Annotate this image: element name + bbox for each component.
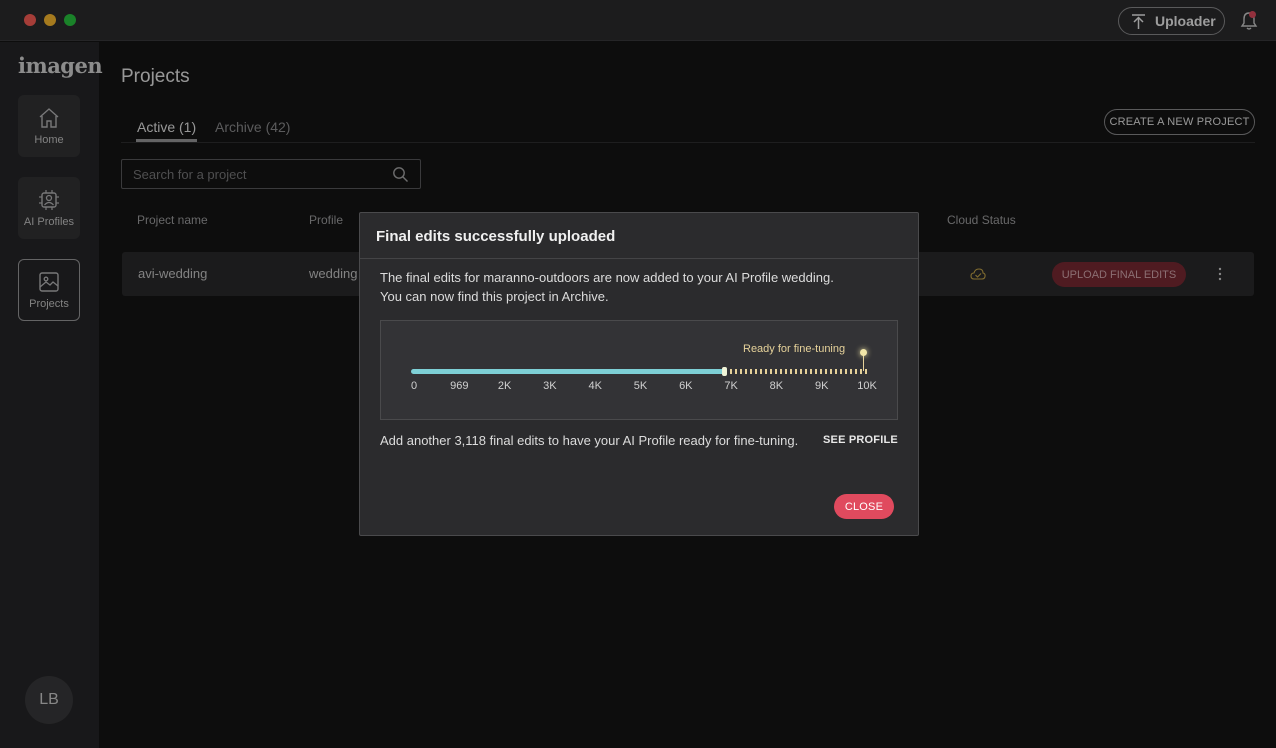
- close-button[interactable]: CLOSE: [834, 494, 894, 519]
- remaining-edits-message: Add another 3,118 final edits to have yo…: [380, 433, 799, 448]
- dialog-message-line-1: The final edits for maranno-outdoors are…: [380, 270, 834, 285]
- dialog-message-line-2: You can now find this project in Archive…: [380, 289, 609, 304]
- upload-success-dialog: Final edits successfully uploaded The fi…: [359, 212, 919, 536]
- target-marker: [860, 349, 867, 356]
- progress-knob: [721, 367, 727, 376]
- progress-tick-label: 4K: [588, 380, 602, 392]
- dialog-title: Final edits successfully uploaded: [376, 228, 616, 245]
- fine-tuning-progress: Ready for fine-tuning 0 969 2K 3K 4K 5K 6K 7K 8K…: [380, 320, 898, 420]
- ready-for-fine-tuning-label: Ready for fine-tuning: [743, 343, 846, 355]
- progress-tick-label: 9K: [814, 380, 829, 392]
- progress-fill: [411, 369, 725, 374]
- progress-tick-label: 6K: [679, 380, 693, 392]
- see-profile-link[interactable]: SEE PROFILE: [823, 434, 898, 446]
- dialog-divider: [360, 258, 918, 259]
- progress-tick-label: 5K: [633, 380, 648, 392]
- progress-tick-label: 7K: [724, 380, 738, 392]
- progress-tick-label: 8K: [769, 380, 784, 392]
- progress-tick-label: 969: [450, 380, 469, 392]
- progress-tick-label: 0: [410, 380, 418, 392]
- progress-tick-label: 10K: [857, 380, 877, 392]
- progress-tick-label: 2K: [497, 380, 512, 392]
- progress-remaining: [724, 369, 867, 374]
- progress-tick-label: 3K: [543, 380, 557, 392]
